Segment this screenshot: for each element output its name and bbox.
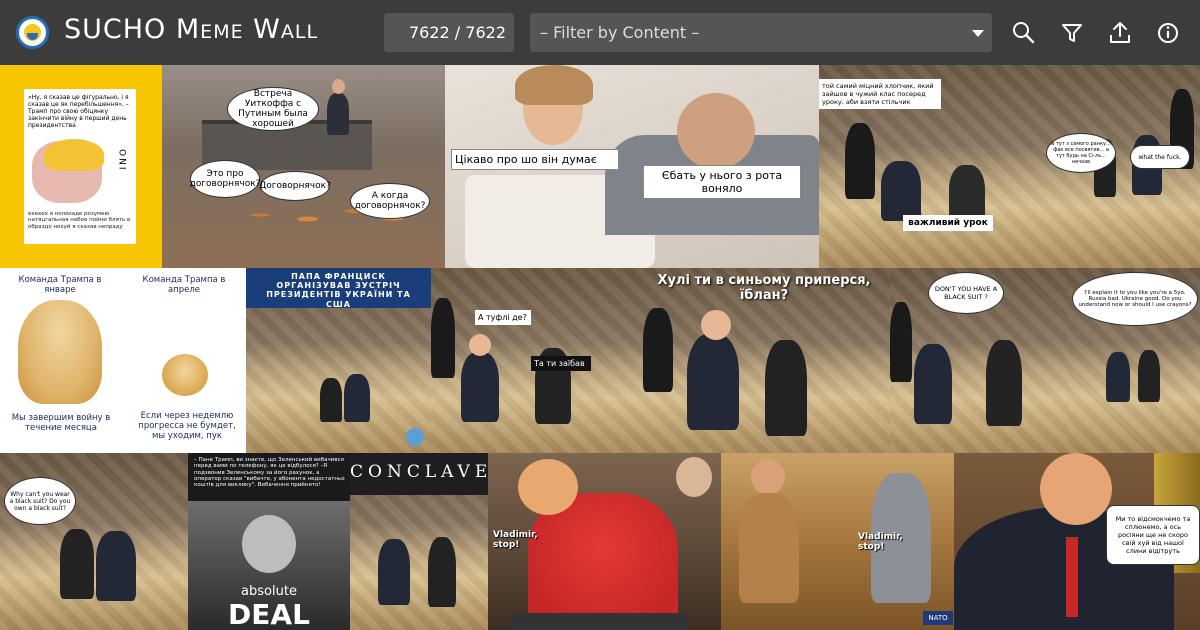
trump-figure xyxy=(378,539,410,605)
cardinal-figure xyxy=(431,298,455,378)
meme-grid: «Ну, я сказав це фігурально, і я сказав … xyxy=(0,65,1200,630)
meme-caption: – Пане Трамп, ви знаєте, що Зеленський в… xyxy=(194,457,345,489)
meme-tile[interactable]: DON'T YOU HAVE A BLACK SUIT ? xyxy=(890,268,1068,453)
zelensky-figure xyxy=(986,340,1022,426)
chevron-down-icon xyxy=(972,30,984,37)
meme-caption: Если через недемлю прогресса не бумдет, … xyxy=(138,411,236,441)
zelensky-figure xyxy=(320,378,342,422)
meme-tile[interactable]: Команда Трампа в январе Команда Трампа в… xyxy=(0,268,246,453)
trump-figure xyxy=(344,374,370,422)
trump-head xyxy=(518,459,578,515)
trump-figure xyxy=(881,161,921,221)
speech-bubble: Ми то відсмокчемо та сплюнемо, а ось рос… xyxy=(1106,505,1200,565)
speech-bubble: Договорнячок? xyxy=(259,171,331,201)
meme-caption: той самий міцний хлопчик, який зайшов в … xyxy=(819,79,941,109)
meme-footer: ехехех я нолизаде розумею натяцгальная н… xyxy=(28,211,131,230)
man-face xyxy=(677,93,755,169)
trump-hair xyxy=(44,139,104,171)
meme-caption: А туфлі де? xyxy=(475,310,531,325)
speech-bubble: А когда договорнячок? xyxy=(350,183,430,219)
speech-bubble: what the fuck. xyxy=(1130,145,1190,169)
meme-caption: Vladimir, stop! xyxy=(858,532,903,552)
person-figure xyxy=(327,93,349,135)
trump-figure xyxy=(914,344,952,424)
meme-caption: Мы завершим войну в течение месяца xyxy=(11,413,111,433)
trump-figure xyxy=(96,531,136,601)
info-icon[interactable] xyxy=(1153,18,1183,48)
sucho-logo[interactable] xyxy=(16,16,49,49)
meme-caption: Цікаво про шо він думає xyxy=(451,149,619,170)
woman-hair xyxy=(515,65,593,105)
speech-bubble: а тут з самого ранку... фак все посвятив… xyxy=(1046,133,1116,173)
content-filter-select[interactable]: – Filter by Content – xyxy=(530,13,992,52)
zelensky-figure xyxy=(765,340,807,436)
meme-caption: Команда Трампа в апреле xyxy=(142,275,226,295)
filter-icon[interactable] xyxy=(1057,18,1087,48)
meme-tile[interactable]: Why can't you wear a black suit? Do you … xyxy=(0,453,188,630)
meme-tile[interactable]: Vladimir, stop! xyxy=(488,453,721,630)
meme-caption: Та ти заїбав xyxy=(531,356,591,371)
buff-doge-image xyxy=(18,300,102,404)
zelensky-figure xyxy=(1138,350,1160,402)
meme-tile[interactable]: Ми то відсмокчемо та сплюнемо, а ось рос… xyxy=(954,453,1200,630)
meme-tile[interactable]: Цікаво про шо він думає Єбать у нього з … xyxy=(445,65,819,268)
cardinal-figure xyxy=(890,302,912,382)
putin-head xyxy=(751,459,785,495)
cardinal-figure xyxy=(845,123,875,199)
meme-caption: важливий урок xyxy=(903,215,993,231)
meme-tile[interactable]: CONCLAVE xyxy=(350,453,488,630)
trump-head xyxy=(1040,453,1112,525)
app-title: SUCHO Meme Wall xyxy=(64,14,319,45)
meme-tile[interactable]: Хулі ти в синьому приперся, їблан? xyxy=(613,268,890,453)
trump-head xyxy=(242,515,296,573)
meme-caption: Єбать у нього з рота воняло xyxy=(643,165,801,199)
trump-figure xyxy=(461,352,499,422)
brand-logo: ONI xyxy=(116,149,127,172)
video-controls-bar[interactable] xyxy=(508,613,688,630)
person-head xyxy=(332,79,345,94)
meme-tile[interactable]: «Ну, я сказав це фігурально, і я сказав … xyxy=(0,65,162,268)
painted-figure xyxy=(739,493,799,603)
meme-tile[interactable]: той самий міцний хлопчик, який зайшов в … xyxy=(819,65,1046,268)
trump-head xyxy=(469,334,491,356)
meme-title: DEAL xyxy=(228,598,310,630)
meme-tile[interactable]: – Пане Трамп, ви знаєте, що Зеленський в… xyxy=(188,453,350,630)
top-bar: SUCHO Meme Wall 7622 / 7622 – Filter by … xyxy=(0,0,1200,65)
putin-head xyxy=(676,457,712,497)
meme-card: «Ну, я сказав це фігурально, і я сказав … xyxy=(24,89,136,244)
meme-tile[interactable]: А туфлі де? Та ти заїбав xyxy=(431,268,613,453)
meme-tile[interactable]: Встреча Уиткоффа с Путиным была хорошей … xyxy=(162,65,445,268)
meme-tile[interactable]: I'll explain it to you like you're a 5yo… xyxy=(1068,268,1200,453)
trump-figure xyxy=(1106,352,1130,402)
red-tie xyxy=(1066,537,1078,617)
upload-icon[interactable] xyxy=(1105,18,1135,48)
trump-head xyxy=(701,310,731,340)
corner-label: NATO xyxy=(923,611,953,625)
watermark-icon xyxy=(406,428,424,446)
meme-title: CONCLAVE xyxy=(350,462,488,482)
meme-caption: Хулі ти в синьому приперся, їблан? xyxy=(657,273,871,303)
meme-caption: Vladimir, stop! xyxy=(493,530,538,550)
meme-headline: ПАПА ФРАНЦИСК ОРГАНІЗУВАВ ЗУСТРІЧ ПРЕЗИД… xyxy=(266,272,411,309)
speech-bubble: I'll explain it to you like you're a 5yo… xyxy=(1072,272,1198,326)
filter-placeholder: – Filter by Content – xyxy=(540,23,700,42)
meme-tile[interactable]: ПАПА ФРАНЦИСК ОРГАНІЗУВАВ ЗУСТРІЧ ПРЕЗИД… xyxy=(246,268,431,453)
speech-bubble: Встреча Уиткоффа с Путиным была хорошей xyxy=(227,87,319,131)
cheems-image xyxy=(162,354,208,396)
zelensky-figure xyxy=(428,537,456,607)
meme-caption: Команда Трампа в январе xyxy=(18,275,102,295)
speech-bubble: Why can't you wear a black suit? Do you … xyxy=(4,477,76,525)
cardinal-figure xyxy=(643,308,673,392)
meme-tile[interactable]: а тут з самого ранку... фак все посвятив… xyxy=(1046,65,1200,268)
meme-quote: «Ну, я сказав це фігурально, і я сказав … xyxy=(28,94,129,129)
speech-bubble: DON'T YOU HAVE A BLACK SUIT ? xyxy=(928,272,1004,314)
zelensky-figure xyxy=(60,529,94,599)
meme-counter[interactable]: 7622 / 7622 xyxy=(384,13,514,52)
trump-figure xyxy=(687,334,739,430)
meme-tile[interactable]: Vladimir, stop! NATO xyxy=(721,453,954,630)
search-icon[interactable] xyxy=(1009,18,1039,48)
speech-bubble: Это про договорнячок? xyxy=(190,160,260,198)
